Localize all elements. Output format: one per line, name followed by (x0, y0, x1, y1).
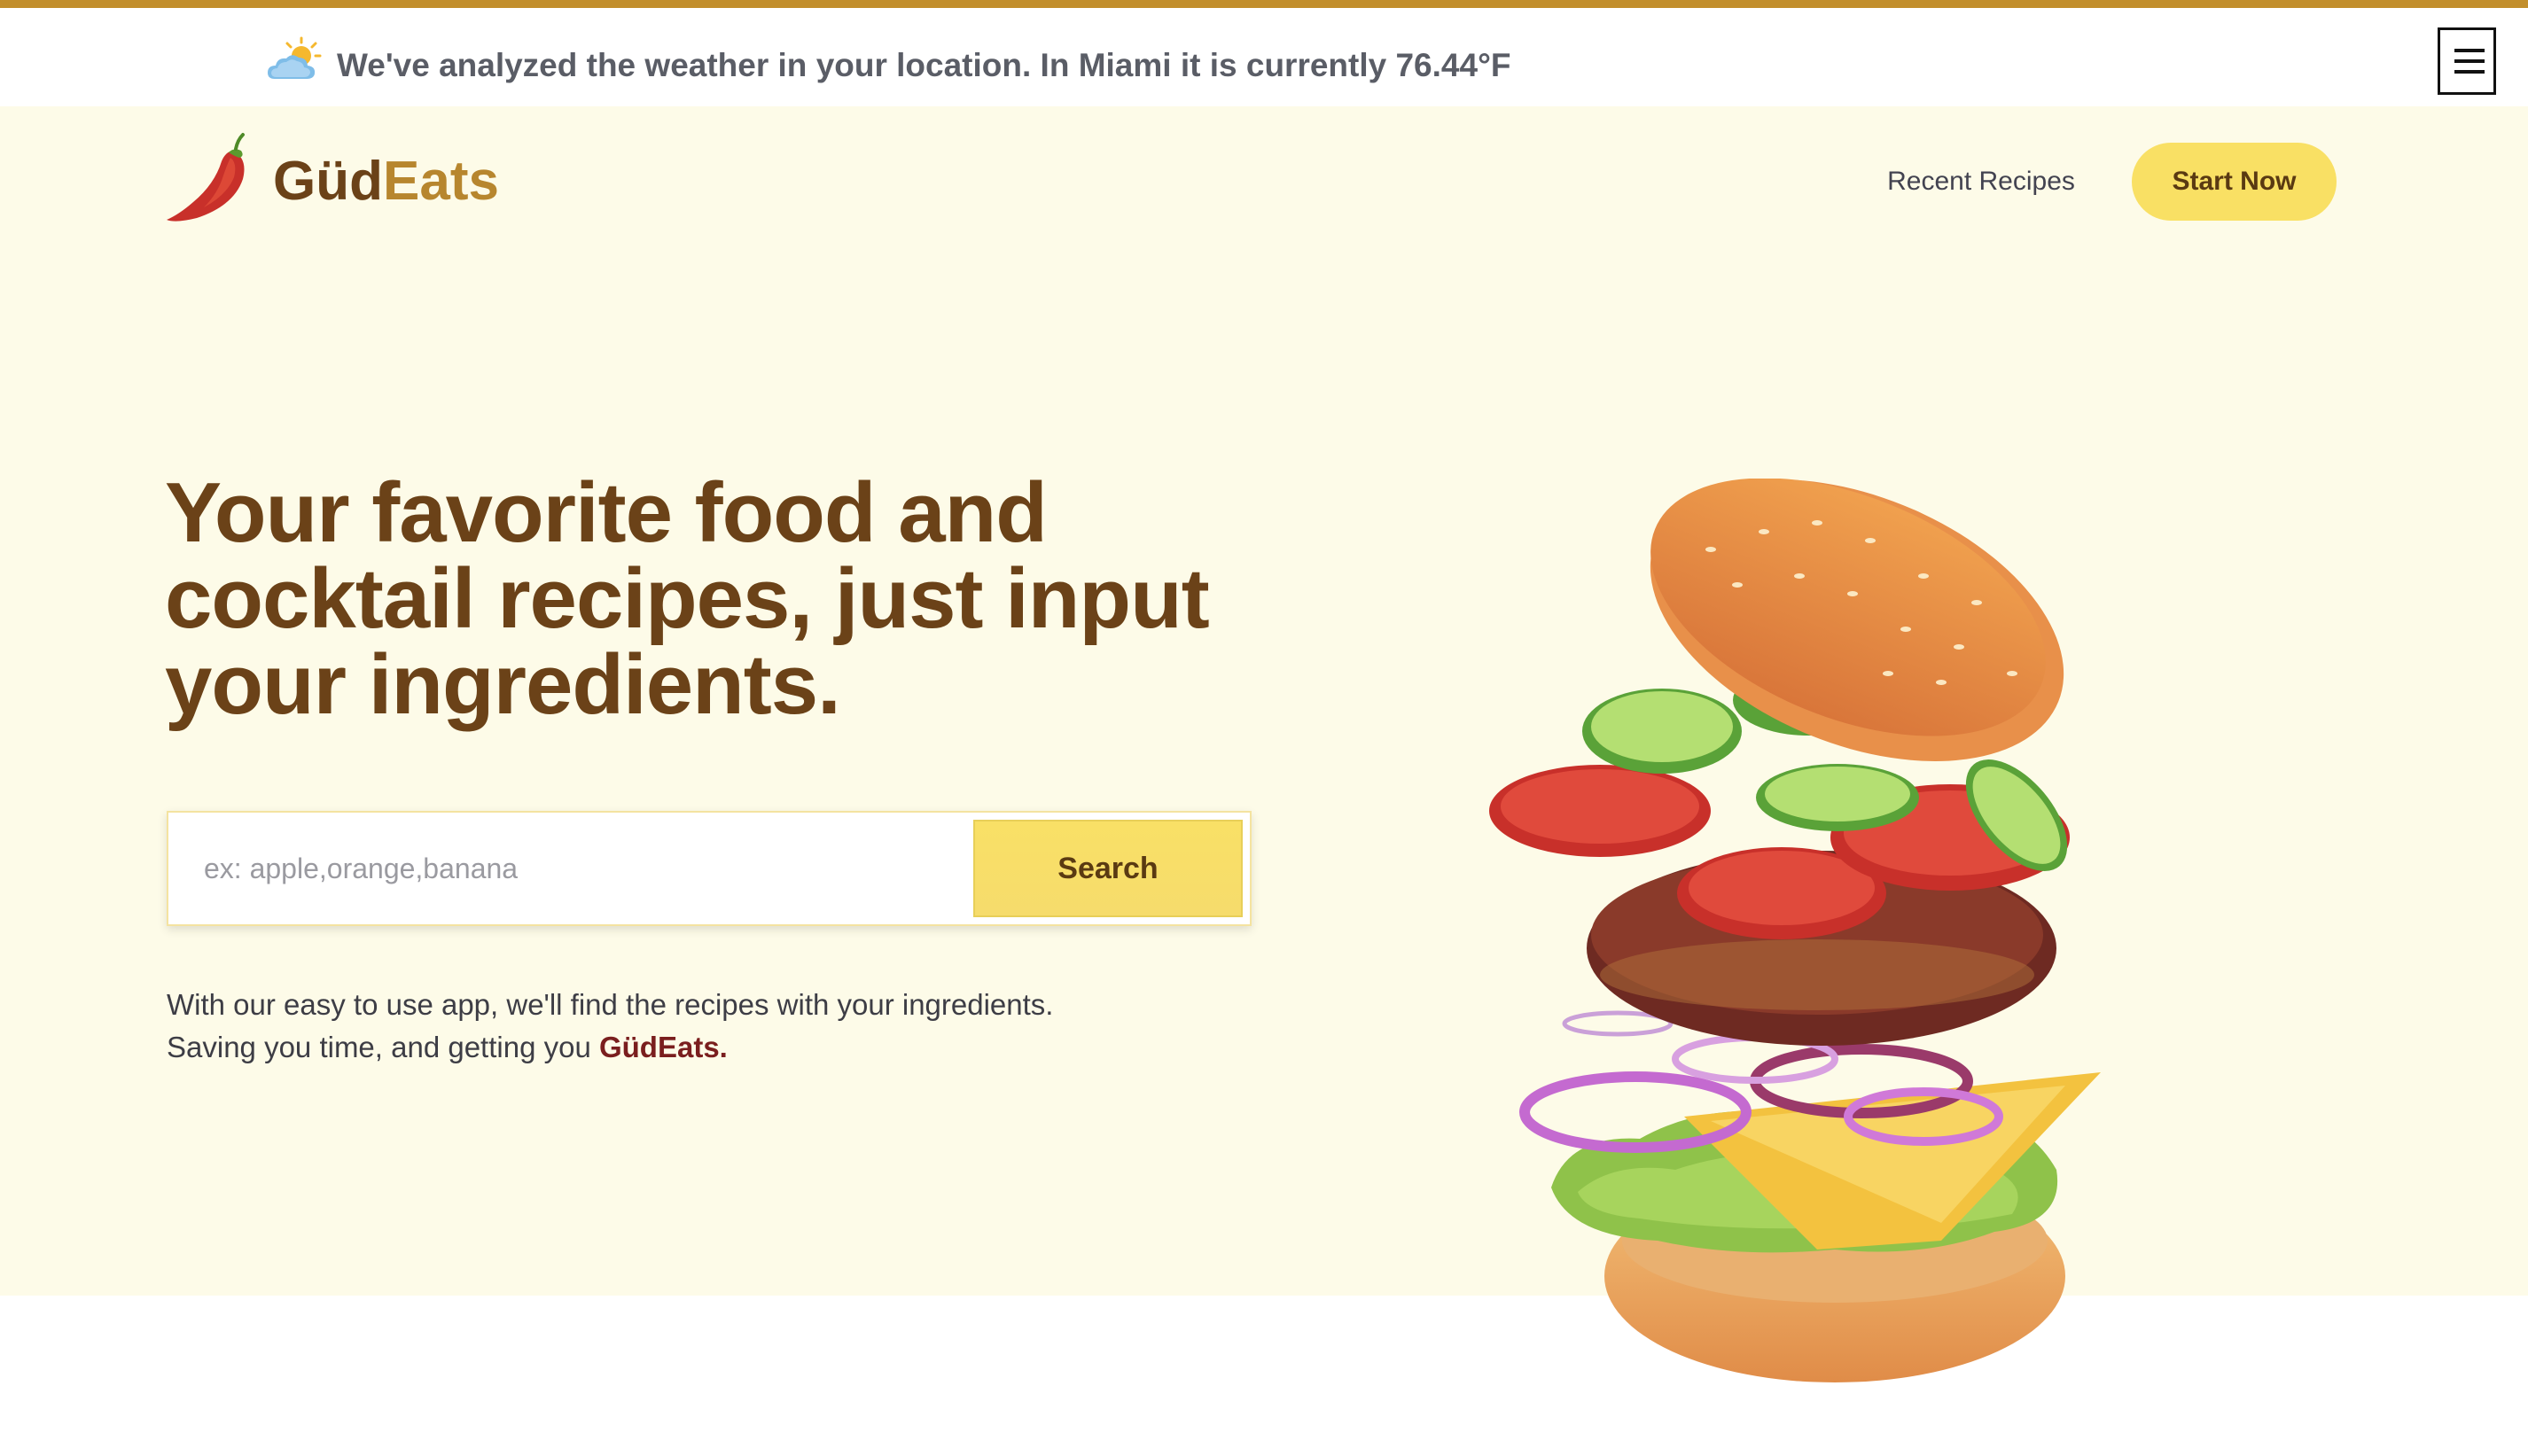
weather-banner: We've analyzed the weather in your locat… (0, 8, 2528, 106)
partly-sunny-icon (268, 36, 322, 79)
hamburger-menu-icon-line (2454, 49, 2485, 52)
start-now-button[interactable]: Start Now (2132, 143, 2337, 221)
hamburger-menu-button[interactable] (2438, 27, 2496, 95)
search-button[interactable]: Search (973, 820, 1243, 917)
brand-logo-part2: Eats (382, 151, 499, 212)
chili-pepper-icon (167, 133, 245, 222)
top-accent-line (0, 0, 2528, 8)
nav-link-recent-recipes[interactable]: Recent Recipes (1861, 160, 2101, 204)
brand-logo[interactable]: GüdEats (273, 149, 499, 214)
description-line-2: Saving you time, and getting you (167, 1031, 599, 1063)
hero-headline: Your favorite food and cocktail recipes,… (165, 465, 1210, 732)
hero-description: With our easy to use app, we'll find the… (167, 984, 1248, 1069)
description-line-1: With our easy to use app, we'll find the… (167, 988, 1054, 1021)
hamburger-menu-icon-line (2454, 59, 2485, 63)
flying-burger-illustration (1489, 479, 2101, 1382)
description-brand: GüdEats. (598, 1031, 728, 1063)
weather-message: We've analyzed the weather in your locat… (337, 47, 1511, 83)
hamburger-menu-icon-line (2454, 70, 2485, 74)
brand-logo-part1: Güd (273, 151, 383, 212)
ingredient-search-form: Search (167, 811, 1252, 926)
ingredient-search-input[interactable] (168, 813, 966, 924)
